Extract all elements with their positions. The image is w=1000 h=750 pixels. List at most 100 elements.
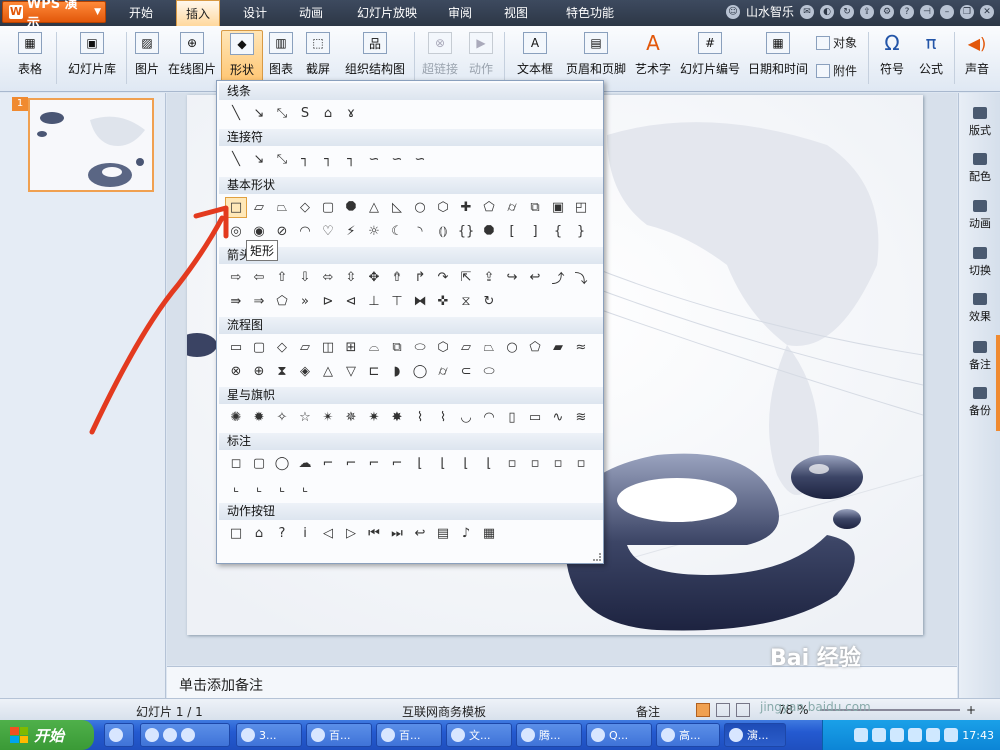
- user-avatar-icon[interactable]: ☺: [725, 4, 740, 19]
- color-scheme-button[interactable]: 配色: [959, 153, 1000, 184]
- sequential-access-icon[interactable]: ◯: [409, 361, 431, 382]
- right-arrow-callout-icon[interactable]: ⊳: [317, 291, 339, 312]
- straight-connector-icon[interactable]: ╲: [225, 149, 247, 170]
- left-right-up-arrow-icon[interactable]: ⇮: [386, 267, 408, 288]
- multidocument-icon[interactable]: ⧉: [386, 337, 408, 358]
- notes-pane-button[interactable]: 备注: [959, 341, 1000, 372]
- double-wave-icon[interactable]: ≋: [570, 407, 592, 428]
- taskbar-item[interactable]: 高...: [656, 723, 720, 747]
- down-arrow-callout-icon[interactable]: ⊤: [386, 291, 408, 312]
- plaque-icon[interactable]: ⯃: [478, 221, 500, 242]
- explosion1-icon[interactable]: ✺: [225, 407, 247, 428]
- mail-icon[interactable]: ✉: [800, 4, 814, 19]
- chevron-icon[interactable]: »: [294, 291, 316, 312]
- tray-icon[interactable]: [854, 728, 869, 742]
- transition-button[interactable]: 切换: [959, 247, 1000, 278]
- textbox-button[interactable]: A 文本框: [510, 30, 560, 86]
- settings-icon[interactable]: ⚙: [880, 4, 894, 19]
- left-right-arrow-icon[interactable]: ⬄: [317, 267, 339, 288]
- slide-number-button[interactable]: # 幻灯片编号: [678, 30, 742, 86]
- elbow-double-arrow-connector-icon[interactable]: ┐: [340, 149, 362, 170]
- double-bracket-icon[interactable]: ⦅⦆: [432, 221, 454, 242]
- heart-icon[interactable]: ♡: [317, 221, 339, 242]
- picture-button[interactable]: ▨ 图片: [132, 30, 162, 86]
- collate-icon[interactable]: ⧗: [271, 361, 293, 382]
- manual-input-icon[interactable]: ⏥: [455, 337, 477, 358]
- minimize-icon[interactable]: –: [940, 4, 954, 19]
- curved-connector-icon[interactable]: ∽: [363, 149, 385, 170]
- left-brace-icon[interactable]: {: [547, 221, 569, 242]
- tab-review[interactable]: 审阅: [440, 0, 480, 26]
- manual-operation-icon[interactable]: ⏢: [478, 337, 500, 358]
- accent-callout3-icon[interactable]: ⌊: [455, 453, 477, 474]
- oval-callout-icon[interactable]: ◯: [271, 453, 293, 474]
- extract-icon[interactable]: △: [317, 361, 339, 382]
- right-triangle-icon[interactable]: ◺: [386, 197, 408, 218]
- tab-animation[interactable]: 动画: [288, 0, 334, 26]
- up-arrow-icon[interactable]: ⇧: [271, 267, 293, 288]
- header-footer-button[interactable]: ▤ 页眉和页脚: [564, 30, 628, 86]
- document-shape-icon[interactable]: ⌓: [363, 337, 385, 358]
- up-arrow-callout-icon[interactable]: ⊥: [363, 291, 385, 312]
- curved-up-arrow-icon[interactable]: ⤴: [547, 267, 569, 288]
- process-icon[interactable]: ▭: [225, 337, 247, 358]
- preparation-icon[interactable]: ⬡: [432, 337, 454, 358]
- sun-icon[interactable]: ☼: [363, 221, 385, 242]
- wps-app-button[interactable]: W WPS 演示 ▼: [2, 0, 106, 31]
- left-bracket-icon[interactable]: [: [501, 221, 523, 242]
- u-turn-arrow-icon[interactable]: ↷: [432, 267, 454, 288]
- donut-icon[interactable]: ◎: [225, 221, 247, 242]
- taskbar-item[interactable]: 百...: [376, 723, 442, 747]
- rounded-rect-callout-icon[interactable]: ▢: [248, 453, 270, 474]
- alternate-process-icon[interactable]: ▢: [248, 337, 270, 358]
- table-button[interactable]: ▦ 表格: [10, 30, 50, 86]
- trapezoid-icon[interactable]: ⏢: [271, 197, 293, 218]
- pin-icon[interactable]: ⊣: [920, 4, 934, 19]
- shapes-button[interactable]: ◆ 形状: [221, 30, 263, 86]
- close-icon[interactable]: ✕: [980, 4, 994, 19]
- curve-icon[interactable]: S: [294, 103, 316, 124]
- summing-junction-icon[interactable]: ⊗: [225, 361, 247, 382]
- quad-arrow-callout-icon[interactable]: ✜: [432, 291, 454, 312]
- accent-border-callout1-icon[interactable]: ⌞: [225, 477, 247, 498]
- quad-arrow-icon[interactable]: ✥: [363, 267, 385, 288]
- ellipse-icon[interactable]: ○: [409, 197, 431, 218]
- connector-icon[interactable]: ○: [501, 337, 523, 358]
- arc-icon[interactable]: ◝: [409, 221, 431, 242]
- star8-icon[interactable]: ✴: [317, 407, 339, 428]
- decision-icon[interactable]: ◇: [271, 337, 293, 358]
- notched-right-arrow-icon[interactable]: ⇒: [248, 291, 270, 312]
- parallelogram-icon[interactable]: ▱: [248, 197, 270, 218]
- taskbar-item[interactable]: 3...: [236, 723, 302, 747]
- curved-left-arrow-icon[interactable]: ↩: [524, 267, 546, 288]
- action-sound-icon[interactable]: ♪: [455, 523, 477, 544]
- hexagon-icon[interactable]: ⬡: [432, 197, 454, 218]
- bent-arrow-icon[interactable]: ↱: [409, 267, 431, 288]
- action-home-icon[interactable]: ⌂: [248, 523, 270, 544]
- off-page-connector-icon[interactable]: ⬠: [524, 337, 546, 358]
- tab-slideshow[interactable]: 幻灯片放映: [350, 0, 424, 26]
- tab-insert[interactable]: 插入: [176, 0, 220, 27]
- lightning-icon[interactable]: ⚡: [340, 221, 362, 242]
- notes-toggle[interactable]: 备注: [636, 703, 660, 720]
- horizontal-scroll-icon[interactable]: ▭: [524, 407, 546, 428]
- up-ribbon-icon[interactable]: ⌇: [409, 407, 431, 428]
- tab-view[interactable]: 视图: [496, 0, 536, 26]
- date-time-button[interactable]: ▦ 日期和时间: [746, 30, 810, 86]
- curved-arrow-connector-icon[interactable]: ∽: [386, 149, 408, 170]
- bevel-icon[interactable]: ▣: [547, 197, 569, 218]
- internal-storage-icon[interactable]: ⊞: [340, 337, 362, 358]
- border-callout1-icon[interactable]: ▫: [501, 453, 523, 474]
- action-return-icon[interactable]: ↩: [409, 523, 431, 544]
- or-icon[interactable]: ⊕: [248, 361, 270, 382]
- vertical-scroll-icon[interactable]: ▯: [501, 407, 523, 428]
- tray-icon[interactable]: [908, 728, 923, 742]
- cloud-callout-icon[interactable]: ☁: [294, 453, 316, 474]
- terminator-icon[interactable]: ⬭: [409, 337, 431, 358]
- punched-tape-icon[interactable]: ≈: [570, 337, 592, 358]
- slide-thumbnail[interactable]: [28, 98, 154, 192]
- action-document-icon[interactable]: ▤: [432, 523, 454, 544]
- tray-icon[interactable]: [944, 728, 959, 742]
- left-arrow-icon[interactable]: ⇦: [248, 267, 270, 288]
- stored-data-icon[interactable]: ⊏: [363, 361, 385, 382]
